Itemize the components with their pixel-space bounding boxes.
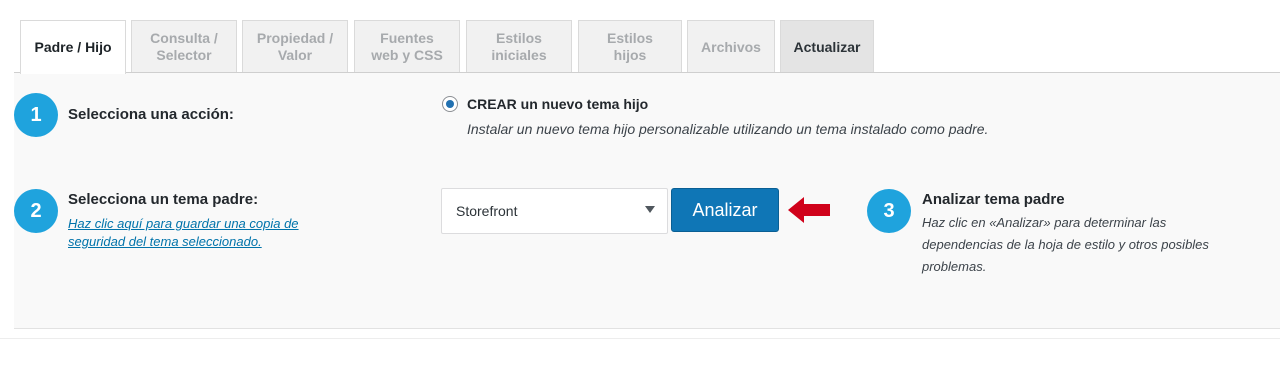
- tab-estilos-iniciales[interactable]: Estilos iniciales: [466, 20, 572, 73]
- radio-description: Instalar un nuevo tema hijo personalizab…: [467, 121, 989, 137]
- step-2-label: Selecciona un tema padre:: [68, 191, 259, 208]
- tab-archivos[interactable]: Archivos: [687, 20, 775, 73]
- step-1-badge: 1: [14, 93, 58, 137]
- tab-padre-hijo[interactable]: Padre / Hijo: [20, 20, 126, 74]
- step-3-title: Analizar tema padre: [922, 191, 1065, 208]
- step-1-label: Selecciona una acción:: [68, 106, 234, 123]
- tab-estilos-hijos[interactable]: Estilos hijos: [578, 20, 682, 73]
- tab-actualizar[interactable]: Actualizar: [780, 20, 874, 73]
- backup-link[interactable]: Haz clic aquí para guardar una copia de …: [68, 215, 358, 251]
- divider: [14, 328, 1280, 329]
- tab-fuentes-web-css[interactable]: Fuentes web y CSS: [354, 20, 460, 73]
- radio-crear-tema-hijo[interactable]: [442, 96, 458, 112]
- tab-bar: Padre / Hijo Consulta / Selector Propied…: [0, 0, 1280, 74]
- chevron-down-icon: [645, 206, 655, 213]
- tab-consulta-selector[interactable]: Consulta / Selector: [131, 20, 237, 73]
- tab-propiedad-valor[interactable]: Propiedad / Valor: [242, 20, 348, 73]
- select-value: Storefront: [456, 203, 518, 219]
- radio-label[interactable]: CREAR un nuevo tema hijo: [467, 96, 648, 112]
- step-3-badge: 3: [867, 189, 911, 233]
- divider: [0, 338, 1280, 339]
- parent-theme-select[interactable]: Storefront: [441, 188, 668, 234]
- analizar-button[interactable]: Analizar: [671, 188, 779, 232]
- step-3-description: Haz clic en «Analizar» para determinar l…: [922, 215, 1209, 274]
- arrow-left-icon: [788, 197, 830, 223]
- step-2-badge: 2: [14, 189, 58, 233]
